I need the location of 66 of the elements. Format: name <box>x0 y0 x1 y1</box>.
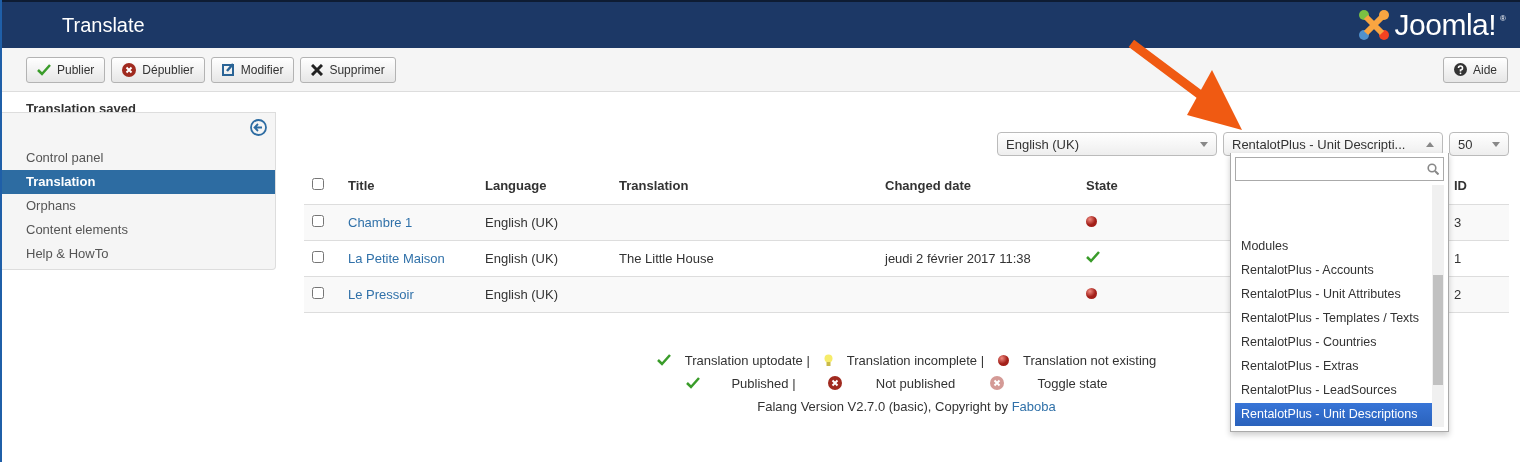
cross-circle-icon <box>122 62 137 77</box>
legend-label: Toggle state <box>1036 375 1109 391</box>
sidebar-item[interactable]: Translation <box>2 170 275 194</box>
table-cell: jeudi 2 février 2017 11:38 <box>885 250 1031 266</box>
copyright-text: Falang Version V2.7.0 (basic), Copyright by <box>757 398 1008 414</box>
logo-icon <box>1356 8 1391 42</box>
table-cell: English (UK) <box>485 286 558 302</box>
legend-label: Not published <box>874 375 957 391</box>
search-field[interactable] <box>1235 157 1444 181</box>
column-header: Changed date <box>885 178 971 194</box>
help-icon <box>1453 63 1467 76</box>
element-select[interactable]: RentalotPlus - Unit Descripti... <box>1223 132 1443 156</box>
ball-icon <box>1086 215 1097 227</box>
table-cell: 1 <box>1454 250 1462 266</box>
column-header: ID <box>1454 178 1467 194</box>
table-cell: English (UK) <box>485 214 558 230</box>
edit-icon <box>221 63 235 76</box>
limit-select[interactable]: 50 <box>1449 132 1509 156</box>
legend-label: Translation incomplete | <box>846 352 985 368</box>
collapse-icon[interactable] <box>250 119 267 136</box>
table-cell: English (UK) <box>485 250 558 266</box>
ball-icon <box>1086 287 1097 299</box>
caret-icon <box>1426 141 1434 147</box>
check-icon <box>685 377 700 389</box>
sidebar-item[interactable]: Help & HowTo <box>2 242 275 266</box>
row-checkbox[interactable] <box>312 214 324 227</box>
lightbulb-icon <box>823 353 833 367</box>
title-link[interactable]: La Petite Maison <box>348 250 445 266</box>
table-cell: The Little House <box>619 250 714 266</box>
column-header: Title <box>348 178 375 194</box>
toolbar-button[interactable]: Dépublier <box>111 56 205 83</box>
legend-label: Translation uptodate | <box>684 352 810 368</box>
row-checkbox[interactable] <box>312 250 324 263</box>
toolbar-button[interactable]: Supprimer <box>300 56 396 83</box>
faboba-link[interactable]: Faboba <box>1011 398 1056 414</box>
column-header: Language <box>485 178 547 194</box>
toolbar-button[interactable]: Modifier <box>210 56 295 83</box>
check-icon <box>656 354 671 366</box>
check-icon <box>1086 250 1100 263</box>
select-all-checkbox[interactable] <box>312 178 324 191</box>
language-select[interactable]: English (UK) <box>997 132 1217 156</box>
toolbar-button[interactable]: Publier <box>26 56 106 83</box>
sidebar-item[interactable]: Orphans <box>2 194 275 218</box>
close-icon <box>311 63 324 76</box>
logo-text: Joomla! <box>1394 8 1497 42</box>
check-icon <box>37 63 51 76</box>
help-button[interactable]: Aide <box>1442 56 1508 83</box>
legend-label: Published | <box>730 375 797 391</box>
column-header: Translation <box>619 178 689 194</box>
search-icon <box>1427 163 1439 175</box>
cross-circle-icon <box>989 376 1004 390</box>
row-checkbox[interactable] <box>312 286 324 299</box>
page-title: Translate <box>62 13 145 37</box>
cross-circle-icon <box>827 376 842 390</box>
ball-icon <box>998 354 1010 366</box>
column-header: State <box>1086 178 1118 194</box>
caret-icon <box>1492 141 1500 147</box>
table-cell: 3 <box>1454 214 1462 230</box>
legend-label: Translation not existing <box>1023 352 1157 368</box>
registered-mark: ® <box>1500 14 1506 23</box>
caret-icon <box>1200 141 1208 147</box>
scrollbar[interactable] <box>1432 185 1444 427</box>
sidebar-item[interactable]: Content elements <box>2 218 275 242</box>
dropdown-option[interactable]: RentalotPlus - Unit Descriptions <box>1235 403 1432 426</box>
sidebar-item[interactable]: Control panel <box>2 146 275 170</box>
table-cell: 2 <box>1454 286 1462 302</box>
